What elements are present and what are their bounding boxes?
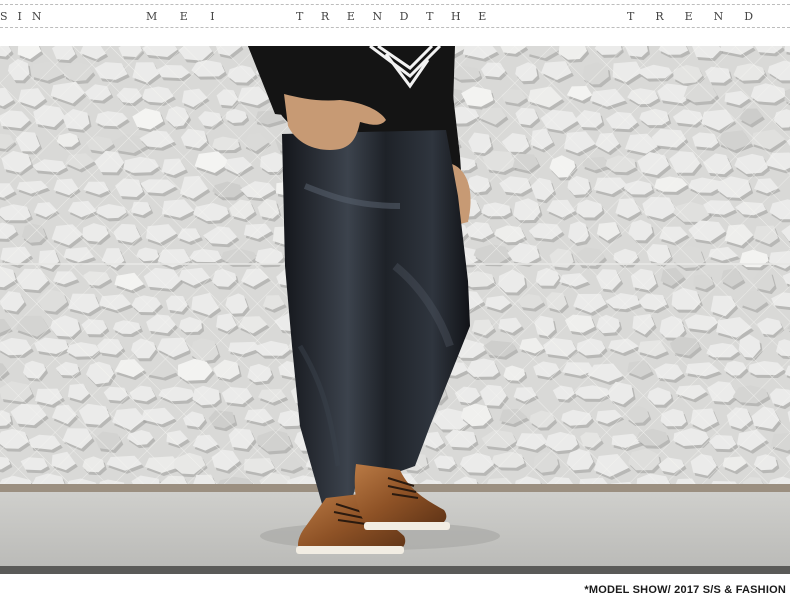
caption-text: *MODEL SHOW/ 2017 S/S & FASHION xyxy=(584,584,786,596)
banner-segment-mei: MEI xyxy=(146,10,238,23)
top-banner: SIN MEI TRENDTHE TREND xyxy=(0,0,790,46)
banner-segment-trend: TREND xyxy=(627,10,775,23)
banner-text: SIN MEI TRENDTHE TREND xyxy=(0,9,790,25)
banner-segment-trendthe: TRENDTHE xyxy=(296,10,504,23)
left-boot-sole xyxy=(296,546,404,554)
banner-segment-sin: SIN xyxy=(0,10,52,23)
banner-dashed-line-top xyxy=(0,4,790,5)
photo-scene xyxy=(0,46,790,574)
floor-edge xyxy=(0,566,790,574)
model-photo xyxy=(0,46,790,574)
caption-bar: *MODEL SHOW/ 2017 S/S & FASHION xyxy=(0,574,790,612)
right-boot-sole xyxy=(364,522,450,530)
banner-dashed-line-bottom xyxy=(0,27,790,28)
